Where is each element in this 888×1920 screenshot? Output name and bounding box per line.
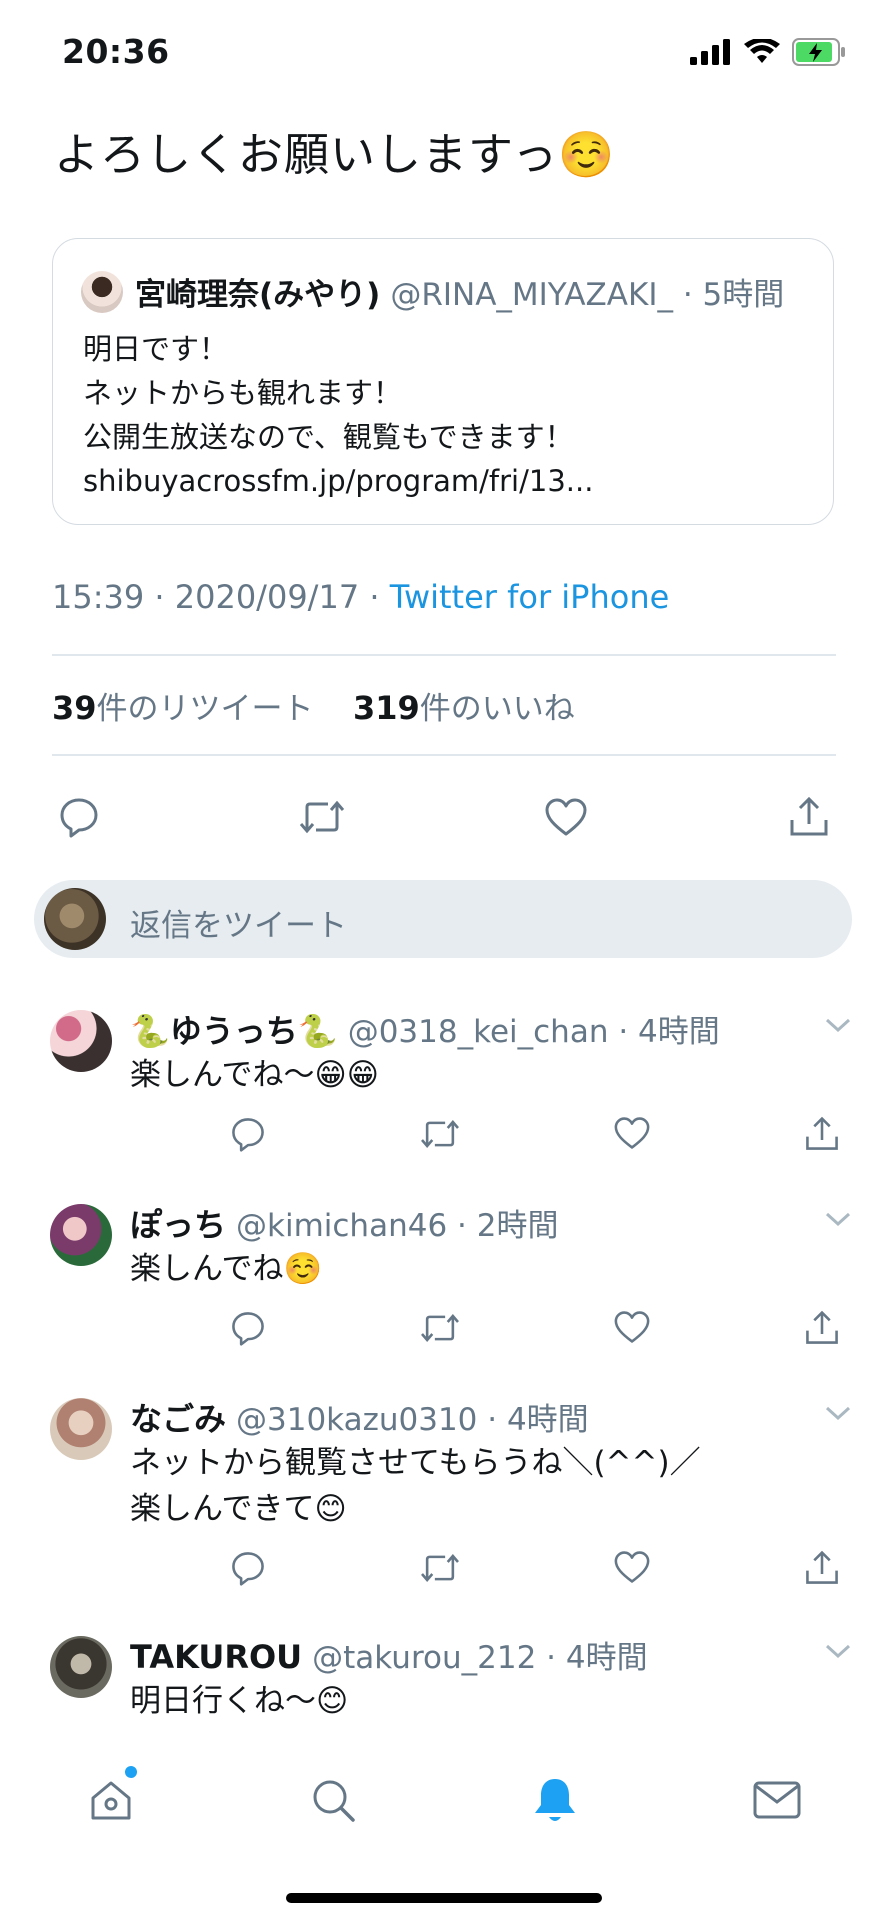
avatar[interactable]: [50, 1204, 112, 1266]
chevron-down-icon[interactable]: [824, 1210, 852, 1228]
avatar[interactable]: [50, 1010, 112, 1072]
wifi-icon: [744, 39, 780, 63]
battery-charging-icon: [792, 38, 845, 66]
reply-author-name: なごみ: [130, 1400, 227, 1438]
quoted-tweet-body: 明日です！ ネットからも観れます！ 公開生放送なので、観覧もできます！ shib…: [83, 327, 593, 503]
heart-icon: [545, 798, 587, 836]
retweets-stat[interactable]: 39件のリツイート: [52, 689, 314, 727]
tab-search[interactable]: [303, 1770, 363, 1830]
reply-tweet[interactable]: ぽっち @kimichan46 · 2時間 楽しんでね☺️: [0, 1200, 888, 1380]
reply-tweet[interactable]: なごみ @310kazu0310 · 4時間 ネットから観覧させてもらうね＼(^…: [0, 1394, 888, 1614]
reply-author-name: ぽっち: [130, 1206, 227, 1244]
reply-line: 楽しんできて😊: [130, 1491, 347, 1527]
unread-dot: [125, 1766, 137, 1778]
bottom-tab-bar: [0, 1760, 888, 1880]
reply-icon[interactable]: [230, 1310, 266, 1346]
reply-icon[interactable]: [230, 1550, 266, 1586]
reply-icon[interactable]: [230, 1116, 266, 1152]
quoted-link[interactable]: shibuyacrossfm.jp/program/fri/13...: [83, 459, 593, 503]
tweet-source-link[interactable]: Twitter for iPhone: [390, 578, 670, 616]
share-icon[interactable]: [804, 1116, 840, 1152]
share-icon[interactable]: [804, 1550, 840, 1586]
likes-stat[interactable]: 319件のいいね: [352, 689, 575, 727]
reply-author-name: 🐍ゆうっち🐍: [130, 1012, 338, 1050]
divider: [52, 654, 836, 656]
home-indicator[interactable]: [286, 1893, 602, 1903]
retweets-label: 件のリツイート: [96, 691, 314, 727]
quoted-line: 明日です！: [83, 332, 229, 366]
reply-composer[interactable]: 返信をツイート: [34, 880, 852, 958]
quoted-line: ネットからも観れます！: [83, 376, 403, 410]
retweet-count: 39: [52, 689, 97, 727]
tab-messages[interactable]: [747, 1770, 807, 1830]
share-icon[interactable]: [804, 1310, 840, 1346]
like-button[interactable]: [539, 790, 593, 844]
reply-actions: [230, 1310, 840, 1346]
chevron-down-icon[interactable]: [824, 1016, 852, 1034]
share-button[interactable]: [782, 790, 836, 844]
reply-author-handle: @0318_kei_chan · 4時間: [347, 1014, 720, 1050]
retweet-button[interactable]: [295, 790, 349, 844]
reply-author-handle: @takurou_212 · 4時間: [312, 1640, 648, 1676]
tweet-actions: [52, 790, 836, 844]
reply-button[interactable]: [52, 790, 106, 844]
reply-tweet[interactable]: 🐍ゆうっち🐍 @0318_kei_chan · 4時間 楽しんでね〜😁😁: [0, 1006, 888, 1186]
notifications-icon: [535, 1779, 575, 1821]
divider: [52, 754, 836, 756]
retweet-icon[interactable]: [419, 1116, 461, 1152]
reply-line: 明日行くね〜😊: [130, 1683, 349, 1719]
chevron-down-icon[interactable]: [824, 1642, 852, 1660]
reply-line: 楽しんでね☺️: [130, 1251, 323, 1287]
likes-label: 件のいいね: [419, 691, 575, 727]
quoted-tweet-header: 宮崎理奈(みやり) @RINA_MIYAZAKI_ · 5時間: [81, 269, 784, 314]
status-icons: [690, 38, 848, 66]
reply-body: 明日行くね〜😊: [130, 1678, 348, 1724]
heart-icon[interactable]: [613, 1116, 651, 1150]
tweet-meta: 15:39 · 2020/09/17 · Twitter for iPhone: [52, 578, 669, 616]
messages-icon: [753, 1781, 801, 1819]
quoted-line: 公開生放送なので、観覧もできます！: [83, 420, 574, 454]
heart-icon[interactable]: [613, 1310, 651, 1344]
reply-actions: [230, 1116, 840, 1152]
tweet-timestamp: 15:39 · 2020/09/17 ·: [52, 578, 390, 616]
avatar: [81, 270, 123, 313]
quoted-author-name: 宮崎理奈(みやり): [135, 277, 381, 313]
share-icon: [790, 796, 828, 836]
avatar[interactable]: [50, 1636, 112, 1698]
reply-icon: [60, 798, 98, 838]
retweet-icon[interactable]: [419, 1550, 461, 1586]
reply-input[interactable]: 返信をツイート: [130, 900, 347, 945]
reply-line: 楽しんでね〜😁😁: [130, 1057, 380, 1093]
avatar[interactable]: [50, 1398, 112, 1460]
reply-line: ネットから観覧させてもらうね＼(^^)／: [130, 1445, 701, 1481]
tweet-stats: 39件のリツイート 319件のいいね: [52, 683, 575, 728]
reply-body: ネットから観覧させてもらうね＼(^^)／ 楽しんできて😊: [130, 1440, 701, 1532]
retweet-icon[interactable]: [419, 1310, 461, 1346]
reply-author-handle: @310kazu0310 · 4時間: [236, 1402, 589, 1438]
home-icon: [91, 1781, 131, 1820]
heart-icon[interactable]: [613, 1550, 651, 1584]
reply-tweet[interactable]: TAKUROU @takurou_212 · 4時間 明日行くね〜😊: [0, 1632, 888, 1742]
reply-actions: [230, 1550, 840, 1586]
tweet-text: よろしくお願いしますっ☺️: [54, 128, 616, 181]
avatar: [44, 888, 106, 950]
chevron-down-icon[interactable]: [824, 1404, 852, 1422]
like-count: 319: [352, 689, 420, 727]
status-time: 20:36: [62, 32, 170, 71]
status-bar: 20:36: [0, 0, 888, 100]
cellular-signal-icon: [690, 39, 730, 65]
reply-body: 楽しんでね〜😁😁: [130, 1052, 379, 1098]
reply-author-name: TAKUROU: [130, 1638, 303, 1676]
reply-author-handle: @kimichan46 · 2時間: [236, 1208, 559, 1244]
reply-body: 楽しんでね☺️: [130, 1246, 322, 1292]
tab-home[interactable]: [81, 1766, 141, 1830]
quoted-author-handle: @RINA_MIYAZAKI_ · 5時間: [390, 277, 785, 313]
quoted-tweet[interactable]: 宮崎理奈(みやり) @RINA_MIYAZAKI_ · 5時間 明日です！ ネッ…: [52, 238, 834, 525]
tab-notifications[interactable]: [525, 1770, 585, 1830]
retweet-icon: [300, 800, 345, 834]
search-icon: [313, 1780, 355, 1822]
